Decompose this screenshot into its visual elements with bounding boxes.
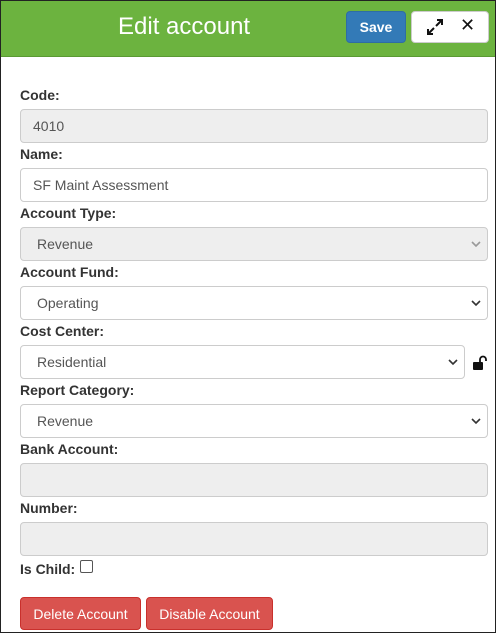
delete-account-button[interactable]: Delete Account — [20, 597, 141, 630]
dialog-title: Edit account — [118, 13, 251, 40]
chevron-down-icon — [471, 418, 481, 425]
is-child-checkbox[interactable] — [80, 560, 93, 573]
name-input[interactable]: SF Maint Assessment — [20, 168, 488, 202]
account-fund-value: Operating — [37, 295, 99, 311]
dialog-header: Edit account Save ✕ — [1, 1, 495, 57]
chevron-down-icon — [471, 241, 481, 248]
chevron-down-icon — [471, 300, 481, 307]
report-category-label: Report Category: — [20, 382, 135, 398]
unlock-icon[interactable] — [472, 355, 488, 370]
cost-center-select[interactable]: Residential — [20, 345, 465, 379]
number-field[interactable] — [20, 522, 488, 556]
close-icon[interactable]: ✕ — [460, 15, 475, 36]
account-type-label: Account Type: — [20, 205, 117, 221]
bank-account-field[interactable] — [20, 463, 488, 497]
report-category-value: Revenue — [37, 413, 94, 429]
code-label: Code: — [20, 87, 60, 103]
edit-account-dialog: Edit account Save ✕ Code: 4010 Name: SF … — [0, 0, 496, 633]
bank-account-label: Bank Account: — [20, 441, 119, 457]
disable-account-button[interactable]: Disable Account — [146, 597, 273, 630]
account-fund-select[interactable]: Operating — [20, 286, 488, 320]
expand-icon[interactable] — [426, 18, 444, 36]
cost-center-value: Residential — [37, 354, 107, 370]
account-type-select[interactable]: Revenue — [20, 227, 488, 261]
chevron-down-icon — [448, 359, 458, 366]
window-controls: ✕ — [411, 11, 489, 43]
code-field[interactable]: 4010 — [20, 109, 488, 143]
save-button[interactable]: Save — [346, 11, 406, 43]
number-label: Number: — [20, 500, 78, 516]
is-child-label: Is Child: — [20, 561, 76, 577]
name-label: Name: — [20, 146, 63, 162]
account-fund-label: Account Fund: — [20, 264, 119, 280]
account-type-value: Revenue — [37, 236, 94, 252]
name-value: SF Maint Assessment — [33, 177, 169, 193]
cost-center-label: Cost Center: — [20, 323, 105, 339]
report-category-select[interactable]: Revenue — [20, 404, 488, 438]
code-value: 4010 — [33, 118, 65, 134]
